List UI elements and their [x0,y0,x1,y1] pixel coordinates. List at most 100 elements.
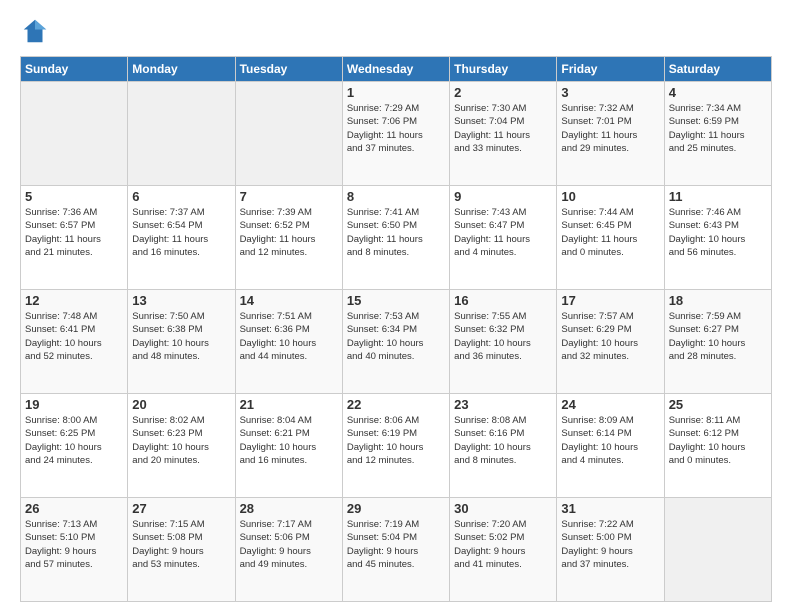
day-info: Sunrise: 8:11 AM Sunset: 6:12 PM Dayligh… [669,414,767,467]
day-info: Sunrise: 7:46 AM Sunset: 6:43 PM Dayligh… [669,206,767,259]
day-info: Sunrise: 7:57 AM Sunset: 6:29 PM Dayligh… [561,310,659,363]
day-number: 24 [561,397,659,412]
calendar-week-1: 5Sunrise: 7:36 AM Sunset: 6:57 PM Daylig… [21,186,772,290]
calendar-cell: 25 Sunrise: 8:11 AM Sunset: 6:12 PM Dayli… [664,394,771,498]
day-number: 16 [454,293,552,308]
day-info: Sunrise: 7:19 AM Sunset: 5:04 PM Dayligh… [347,518,445,571]
day-info: Sunrise: 7:53 AM Sunset: 6:34 PM Dayligh… [347,310,445,363]
calendar-cell: 24Sunrise: 8:09 AM Sunset: 6:14 PM Dayli… [557,394,664,498]
calendar-cell: 3 Sunrise: 7:32 AM Sunset: 7:01 PM Daylig… [557,82,664,186]
day-number: 1 [347,85,445,100]
day-info: Sunrise: 7:22 AM Sunset: 5:00 PM Dayligh… [561,518,659,571]
calendar-week-2: 12 Sunrise: 7:48 AM Sunset: 6:41 PM Dayli… [21,290,772,394]
day-info: Sunrise: 7:51 AM Sunset: 6:36 PM Dayligh… [240,310,338,363]
day-info: Sunrise: 7:20 AM Sunset: 5:02 PM Dayligh… [454,518,552,571]
day-info: Sunrise: 8:04 AM Sunset: 6:21 PM Dayligh… [240,414,338,467]
day-number: 15 [347,293,445,308]
day-number: 12 [25,293,123,308]
day-number: 29 [347,501,445,516]
day-info: Sunrise: 8:08 AM Sunset: 6:16 PM Dayligh… [454,414,552,467]
weekday-header-monday: Monday [128,57,235,82]
day-number: 13 [132,293,230,308]
day-number: 26 [25,501,123,516]
day-number: 25 [669,397,767,412]
day-number: 8 [347,189,445,204]
day-number: 19 [25,397,123,412]
day-number: 22 [347,397,445,412]
day-number: 20 [132,397,230,412]
day-number: 17 [561,293,659,308]
header [20,16,772,46]
calendar-cell: 27 Sunrise: 7:15 AM Sunset: 5:08 PM Dayli… [128,498,235,602]
weekday-header-tuesday: Tuesday [235,57,342,82]
day-number: 9 [454,189,552,204]
day-info: Sunrise: 7:13 AM Sunset: 5:10 PM Dayligh… [25,518,123,571]
calendar-cell: 11 Sunrise: 7:46 AM Sunset: 6:43 PM Dayli… [664,186,771,290]
calendar-cell: 26 Sunrise: 7:13 AM Sunset: 5:10 PM Dayli… [21,498,128,602]
day-info: Sunrise: 7:30 AM Sunset: 7:04 PM Dayligh… [454,102,552,155]
calendar-cell: 28Sunrise: 7:17 AM Sunset: 5:06 PM Dayli… [235,498,342,602]
day-number: 2 [454,85,552,100]
day-info: Sunrise: 7:55 AM Sunset: 6:32 PM Dayligh… [454,310,552,363]
calendar-cell: 20 Sunrise: 8:02 AM Sunset: 6:23 PM Dayli… [128,394,235,498]
day-number: 10 [561,189,659,204]
day-info: Sunrise: 7:50 AM Sunset: 6:38 PM Dayligh… [132,310,230,363]
calendar-cell: 30 Sunrise: 7:20 AM Sunset: 5:02 PM Dayli… [450,498,557,602]
calendar-cell: 10 Sunrise: 7:44 AM Sunset: 6:45 PM Dayli… [557,186,664,290]
day-number: 4 [669,85,767,100]
day-number: 3 [561,85,659,100]
calendar-cell: 14 Sunrise: 7:51 AM Sunset: 6:36 PM Dayli… [235,290,342,394]
weekday-header-saturday: Saturday [664,57,771,82]
calendar-cell: 13 Sunrise: 7:50 AM Sunset: 6:38 PM Dayli… [128,290,235,394]
calendar-cell: 2 Sunrise: 7:30 AM Sunset: 7:04 PM Daylig… [450,82,557,186]
day-info: Sunrise: 7:37 AM Sunset: 6:54 PM Dayligh… [132,206,230,259]
day-number: 27 [132,501,230,516]
day-info: Sunrise: 7:39 AM Sunset: 6:52 PM Dayligh… [240,206,338,259]
day-info: Sunrise: 7:29 AM Sunset: 7:06 PM Dayligh… [347,102,445,155]
calendar-cell: 15 Sunrise: 7:53 AM Sunset: 6:34 PM Dayli… [342,290,449,394]
day-info: Sunrise: 7:34 AM Sunset: 6:59 PM Dayligh… [669,102,767,155]
calendar-cell: 21 Sunrise: 8:04 AM Sunset: 6:21 PM Dayli… [235,394,342,498]
weekday-header-wednesday: Wednesday [342,57,449,82]
calendar-cell: 7 Sunrise: 7:39 AM Sunset: 6:52 PM Daylig… [235,186,342,290]
day-number: 14 [240,293,338,308]
calendar-body: 1 Sunrise: 7:29 AM Sunset: 7:06 PM Daylig… [21,82,772,602]
day-number: 11 [669,189,767,204]
day-number: 6 [132,189,230,204]
logo [20,16,54,46]
calendar-cell: 4 Sunrise: 7:34 AM Sunset: 6:59 PM Daylig… [664,82,771,186]
calendar-week-3: 19 Sunrise: 8:00 AM Sunset: 6:25 PM Dayli… [21,394,772,498]
day-info: Sunrise: 8:00 AM Sunset: 6:25 PM Dayligh… [25,414,123,467]
weekday-header-thursday: Thursday [450,57,557,82]
calendar-cell: 22Sunrise: 8:06 AM Sunset: 6:19 PM Dayli… [342,394,449,498]
day-number: 18 [669,293,767,308]
calendar-week-4: 26 Sunrise: 7:13 AM Sunset: 5:10 PM Dayli… [21,498,772,602]
calendar-cell: 9 Sunrise: 7:43 AM Sunset: 6:47 PM Daylig… [450,186,557,290]
calendar-cell: 16 Sunrise: 7:55 AM Sunset: 6:32 PM Dayli… [450,290,557,394]
calendar-cell: 8 Sunrise: 7:41 AM Sunset: 6:50 PM Daylig… [342,186,449,290]
day-info: Sunrise: 7:15 AM Sunset: 5:08 PM Dayligh… [132,518,230,571]
day-number: 23 [454,397,552,412]
day-number: 7 [240,189,338,204]
day-info: Sunrise: 7:48 AM Sunset: 6:41 PM Dayligh… [25,310,123,363]
day-info: Sunrise: 8:02 AM Sunset: 6:23 PM Dayligh… [132,414,230,467]
day-info: Sunrise: 7:32 AM Sunset: 7:01 PM Dayligh… [561,102,659,155]
calendar-cell [664,498,771,602]
day-info: Sunrise: 7:43 AM Sunset: 6:47 PM Dayligh… [454,206,552,259]
calendar-cell: 1 Sunrise: 7:29 AM Sunset: 7:06 PM Daylig… [342,82,449,186]
day-number: 21 [240,397,338,412]
day-info: Sunrise: 7:44 AM Sunset: 6:45 PM Dayligh… [561,206,659,259]
calendar-cell: 31Sunrise: 7:22 AM Sunset: 5:00 PM Dayli… [557,498,664,602]
day-number: 5 [25,189,123,204]
calendar-cell: 6 Sunrise: 7:37 AM Sunset: 6:54 PM Daylig… [128,186,235,290]
calendar-week-0: 1 Sunrise: 7:29 AM Sunset: 7:06 PM Daylig… [21,82,772,186]
weekday-header-sunday: Sunday [21,57,128,82]
day-number: 30 [454,501,552,516]
day-info: Sunrise: 7:41 AM Sunset: 6:50 PM Dayligh… [347,206,445,259]
weekday-header-friday: Friday [557,57,664,82]
calendar-cell: 12 Sunrise: 7:48 AM Sunset: 6:41 PM Dayli… [21,290,128,394]
day-number: 28 [240,501,338,516]
calendar-cell: 23 Sunrise: 8:08 AM Sunset: 6:16 PM Dayli… [450,394,557,498]
logo-icon [20,16,50,46]
calendar-cell: 18Sunrise: 7:59 AM Sunset: 6:27 PM Dayli… [664,290,771,394]
